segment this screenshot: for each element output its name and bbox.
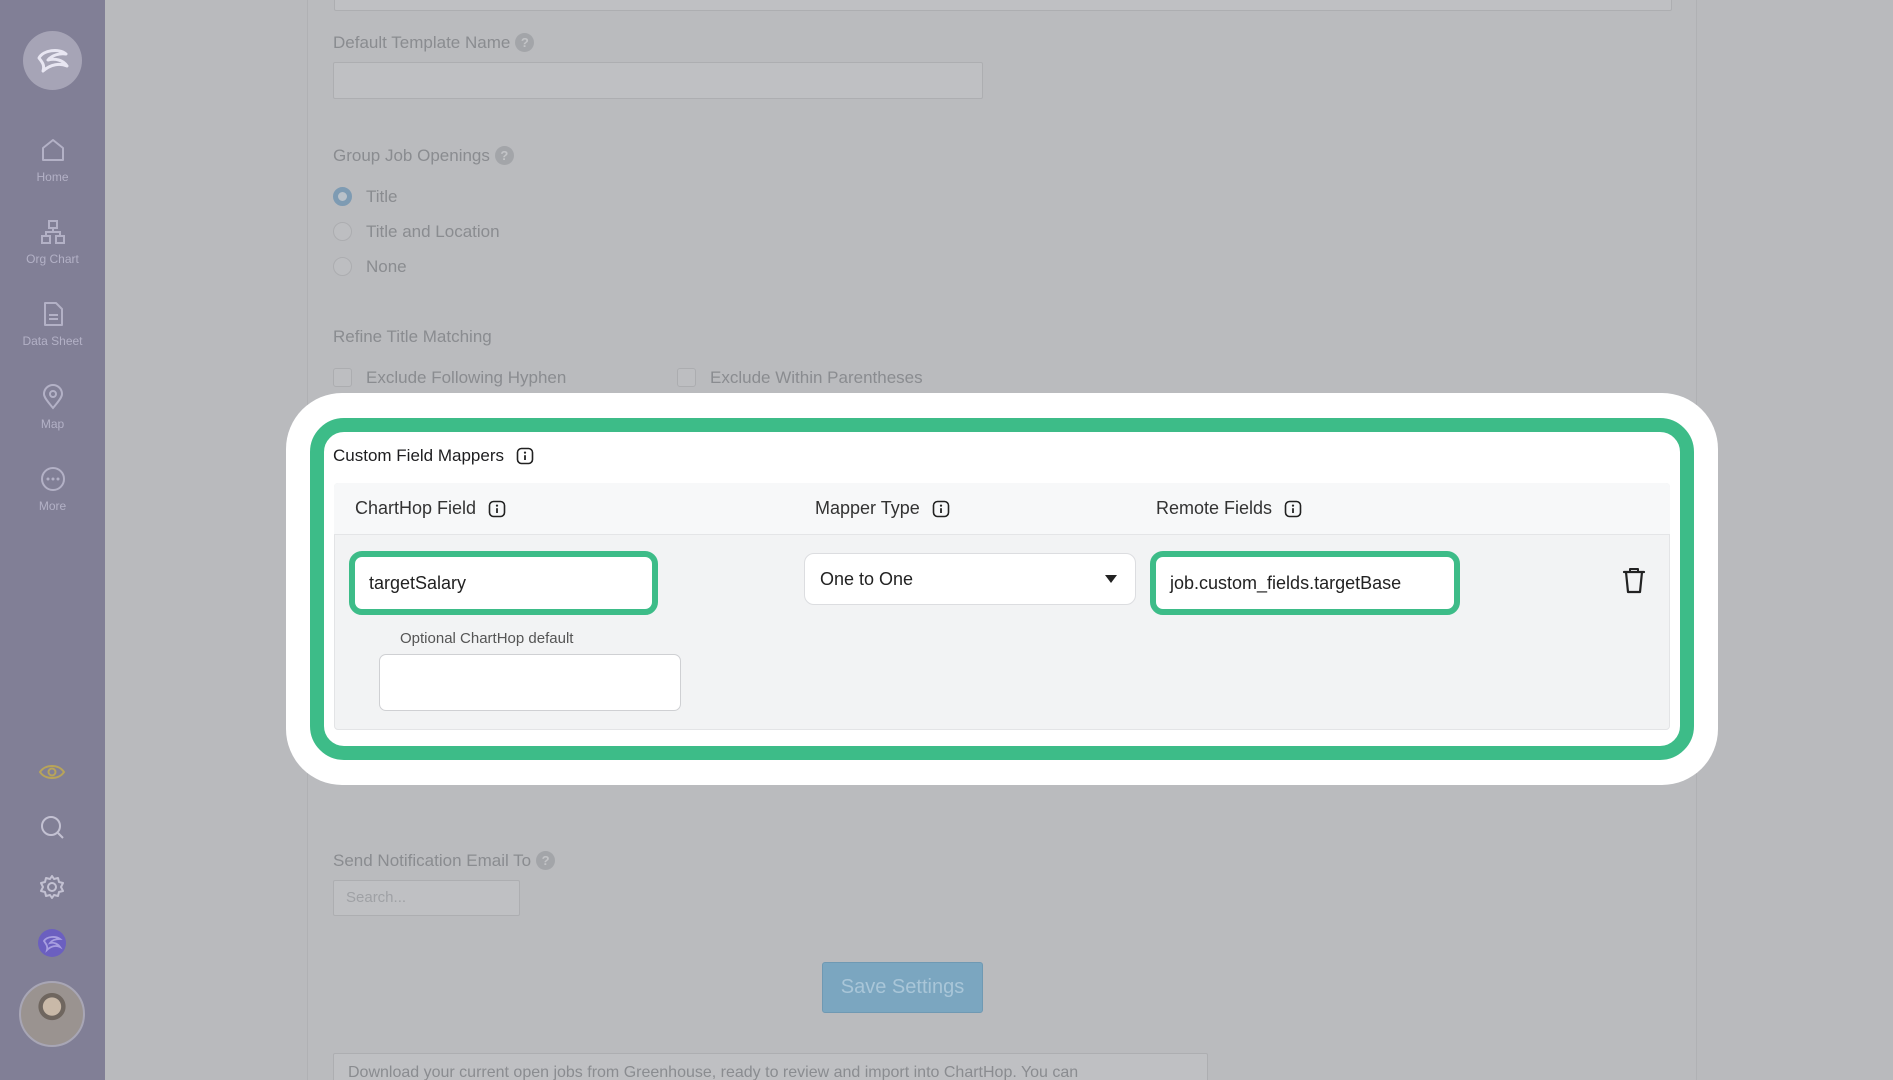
radio-none[interactable] [333, 257, 352, 276]
avatar[interactable] [19, 981, 85, 1047]
group-job-openings-label: Group Job Openings? [333, 146, 514, 166]
more-icon [40, 467, 65, 491]
eye-icon[interactable] [37, 757, 67, 787]
remote-fields-input[interactable]: job.custom_fields.targetBase [1150, 551, 1460, 615]
checkbox-exclude-hyphen[interactable] [333, 368, 352, 387]
sidebar-item-map[interactable]: Map [0, 383, 105, 431]
search-icon[interactable] [37, 812, 67, 842]
gear-icon[interactable] [37, 872, 67, 902]
charthop-field-input[interactable]: targetSalary [349, 551, 658, 615]
sidebar-item-label: More [38, 499, 67, 513]
info-icon[interactable] [1284, 500, 1302, 518]
custom-field-mappers-title: Custom Field Mappers [333, 446, 534, 466]
sidebar-item-more[interactable]: More [0, 465, 105, 513]
save-settings-button[interactable]: Save Settings [822, 962, 983, 1013]
column-charthop-field: ChartHop Field [355, 498, 506, 519]
column-remote-fields: Remote Fields [1156, 498, 1302, 519]
org-chart-icon [40, 220, 65, 244]
caret-down-icon [1105, 575, 1117, 583]
sidebar-item-label: Org Chart [26, 252, 79, 266]
notification-email-input[interactable]: Search... [333, 880, 520, 916]
column-mapper-type: Mapper Type [815, 498, 950, 519]
mapper-type-select[interactable]: One to One [804, 553, 1136, 605]
radio-title[interactable] [333, 187, 352, 206]
checkbox-exclude-parentheses-label: Exclude Within Parentheses [710, 368, 923, 387]
help-icon[interactable]: ? [494, 146, 514, 165]
map-pin-icon [42, 384, 63, 410]
radio-none-label: None [366, 257, 407, 276]
info-icon[interactable] [516, 447, 534, 465]
checkbox-exclude-parentheses[interactable] [677, 368, 696, 387]
sidebar-item-home[interactable]: Home [0, 136, 105, 184]
sidebar-item-label: Data Sheet [22, 334, 83, 348]
home-icon [41, 139, 64, 161]
app-logo-icon[interactable] [37, 928, 67, 958]
default-template-name-input[interactable] [333, 62, 983, 99]
help-icon[interactable]: ? [515, 33, 535, 52]
mapper-table-header [334, 483, 1670, 535]
trash-icon[interactable] [1620, 565, 1648, 600]
notification-email-label: Send Notification Email To? [333, 851, 556, 871]
top-input[interactable] [334, 0, 1672, 11]
refine-title-matching-label: Refine Title Matching [333, 327, 492, 346]
footer-description: Download your current open jobs from Gre… [348, 1064, 1079, 1080]
help-icon[interactable]: ? [536, 851, 556, 870]
default-template-name-label: Default Template Name? [333, 33, 535, 53]
sidebar-item-label: Home [36, 170, 69, 184]
sidebar-item-data-sheet[interactable]: Data Sheet [0, 300, 105, 348]
document-icon [43, 302, 63, 326]
info-icon[interactable] [932, 500, 950, 518]
app-logo-icon[interactable] [23, 31, 82, 90]
radio-title-and-location-label: Title and Location [366, 222, 500, 241]
optional-default-input[interactable] [379, 654, 681, 711]
sidebar-item-org-chart[interactable]: Org Chart [0, 218, 105, 266]
optional-default-label: Optional ChartHop default [400, 630, 574, 647]
sidebar-item-label: Map [40, 417, 65, 431]
sidebar: Home Org Chart Data Sheet Map More [0, 0, 105, 1080]
info-icon[interactable] [488, 500, 506, 518]
checkbox-exclude-hyphen-label: Exclude Following Hyphen [366, 368, 567, 387]
radio-title-and-location[interactable] [333, 222, 352, 241]
radio-title-label: Title [366, 187, 398, 206]
